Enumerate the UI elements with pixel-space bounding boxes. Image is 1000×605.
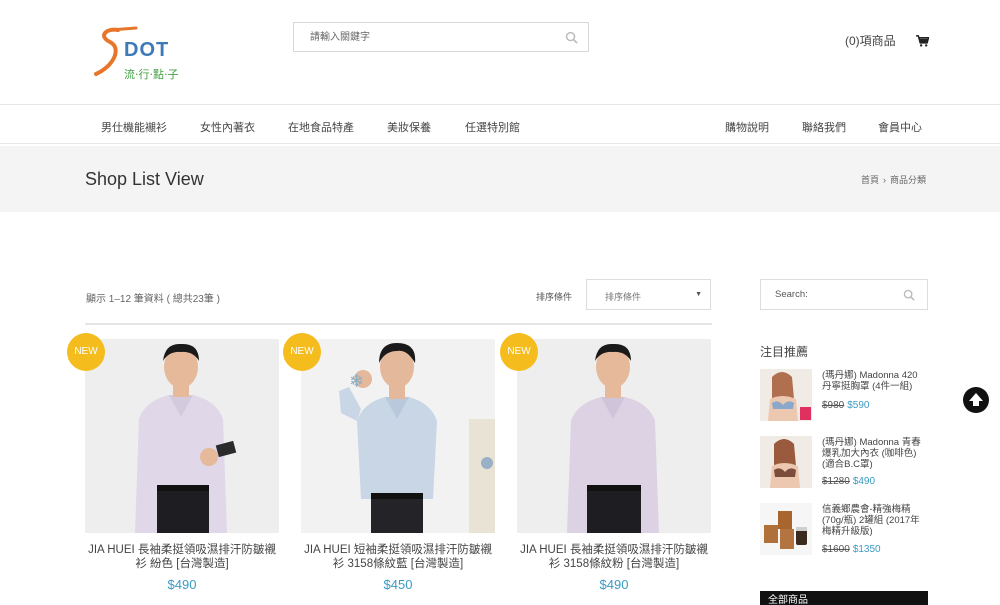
featured-old-price: $1600 xyxy=(822,544,850,555)
site-header: DOT 流·行·點·子 (0)項商品 xyxy=(0,0,1000,105)
new-badge: NEW xyxy=(283,333,321,371)
sort-label: 排序條件 xyxy=(536,292,573,302)
nav-item-local-food[interactable]: 在地食品特產 xyxy=(288,119,354,135)
header-search-box xyxy=(293,22,589,52)
page-title-bar: Shop List View 首頁 › 商品分類 xyxy=(0,146,1000,212)
chevron-down-icon: ▼ xyxy=(695,291,702,298)
featured-prices: $1280 $490 xyxy=(822,476,875,487)
logo-text: DOT xyxy=(124,39,169,61)
featured-name[interactable]: 信義鄉農會-精強梅精(70g/瓶) 2罐組 (2017年梅精升級版) xyxy=(822,504,928,537)
featured-photo-lingerie-brown xyxy=(760,436,812,488)
nav-item-women-underwear[interactable]: 女性內著衣 xyxy=(200,119,255,135)
featured-item[interactable]: 信義鄉農會-精強梅精(70g/瓶) 2罐組 (2017年梅精升級版) $1600… xyxy=(760,503,928,555)
nav-item-men-shirts[interactable]: 男仕機能襯衫 xyxy=(101,119,167,135)
product-photo-shirt-pink xyxy=(517,339,711,533)
featured-thumb[interactable] xyxy=(760,503,812,555)
all-products-header[interactable]: 全部商品 xyxy=(760,591,928,605)
nav-item-contact[interactable]: 聯絡我們 xyxy=(802,119,846,135)
featured-photo-lingerie xyxy=(760,369,812,421)
back-to-top-icon xyxy=(969,393,983,406)
product-name[interactable]: JIA HUEI 長袖柔挺領吸濕排汗防皺襯衫 3158條紋粉 [台灣製造] xyxy=(517,543,711,571)
cart-icon[interactable] xyxy=(915,34,929,47)
featured-price: $590 xyxy=(847,400,870,411)
product-card[interactable]: JIA HUEI 長袖柔挺領吸濕排汗防皺襯衫 紛色 [台灣製造] $490 xyxy=(85,339,279,592)
back-to-top-button[interactable] xyxy=(963,387,989,413)
product-image[interactable]: ❄ xyxy=(301,339,495,533)
product-photo-shirt-lavender xyxy=(85,339,279,533)
svg-text:❄: ❄ xyxy=(349,371,364,392)
featured-prices: $1600 $1350 xyxy=(822,544,881,555)
featured-name[interactable]: (瑪丹娜) Madonna 420 丹寧挺胸罩 (4件一組) xyxy=(822,370,928,392)
product-name[interactable]: JIA HUEI 短袖柔挺領吸濕排汗防皺襯衫 3158條紋藍 [台灣製造] xyxy=(301,543,495,571)
nav-item-member-center[interactable]: 會員中心 xyxy=(878,119,922,135)
featured-thumb[interactable] xyxy=(760,369,812,421)
product-image[interactable] xyxy=(85,339,279,533)
breadcrumb: 首頁 › 商品分類 xyxy=(861,173,926,186)
breadcrumb-current: 商品分類 xyxy=(889,175,926,185)
featured-price: $1350 xyxy=(852,544,881,555)
featured-prices: $980 $590 xyxy=(822,400,870,411)
new-badge: NEW xyxy=(67,333,105,371)
result-count: 顯示 1–12 筆資料 ( 總共23筆 ) xyxy=(86,294,220,305)
product-card[interactable]: ❄ JIA HUEI 短袖柔挺領吸濕排汗防皺襯衫 3158條紋藍 [台灣製造] … xyxy=(301,339,495,592)
cart-count-label[interactable]: (0)項商品 xyxy=(845,32,896,49)
mini-cart[interactable]: (0)項商品 xyxy=(845,32,929,49)
featured-name[interactable]: (瑪丹娜) Madonna 青春爆乳加大內衣 (咖啡色)(適合B.C罩) xyxy=(822,437,928,470)
featured-old-price: $1280 xyxy=(822,476,850,487)
new-badge: NEW xyxy=(500,333,538,371)
search-icon[interactable] xyxy=(903,289,915,301)
product-image[interactable] xyxy=(517,339,711,533)
featured-photo-plum-jar xyxy=(760,503,812,555)
featured-title: 注目推薦 xyxy=(760,345,809,359)
product-photo-shirt-blue: ❄ xyxy=(301,339,495,533)
main-nav: 男仕機能襯衫 女性內著衣 在地食品特產 美妝保養 任選特別館 購物說明 聯絡我們… xyxy=(0,106,1000,144)
breadcrumb-home[interactable]: 首頁 xyxy=(861,175,879,185)
page-title: Shop List View xyxy=(85,169,204,189)
featured-price: $490 xyxy=(852,476,876,487)
chevron-right-icon: › xyxy=(882,175,886,185)
featured-old-price: $980 xyxy=(822,400,845,411)
featured-item[interactable]: (瑪丹娜) Madonna 420 丹寧挺胸罩 (4件一組) $980 $590 xyxy=(760,369,928,421)
featured-item[interactable]: (瑪丹娜) Madonna 青春爆乳加大內衣 (咖啡色)(適合B.C罩) $12… xyxy=(760,436,928,488)
nav-item-beauty[interactable]: 美妝保養 xyxy=(387,119,431,135)
sort-select[interactable]: 排序條件 ▼ xyxy=(586,279,711,310)
header-search-input[interactable] xyxy=(294,23,544,51)
nav-item-special[interactable]: 任選特別館 xyxy=(465,119,520,135)
list-divider xyxy=(85,323,712,325)
product-price: $490 xyxy=(599,577,629,592)
product-name[interactable]: JIA HUEI 長袖柔挺領吸濕排汗防皺襯衫 紛色 [台灣製造] xyxy=(85,543,279,571)
product-card[interactable]: JIA HUEI 長袖柔挺領吸濕排汗防皺襯衫 3158條紋粉 [台灣製造] $4… xyxy=(517,339,711,592)
product-price: $490 xyxy=(167,577,197,592)
sidebar-search-box xyxy=(760,279,928,310)
sort-select-value: 排序條件 xyxy=(605,292,642,302)
site-logo[interactable]: DOT 流·行·點·子 xyxy=(88,22,208,84)
featured-thumb[interactable] xyxy=(760,436,812,488)
nav-item-shopping-guide[interactable]: 購物說明 xyxy=(725,119,769,135)
logo-mark: DOT 流·行·點·子 xyxy=(94,26,179,81)
sidebar-search-input[interactable] xyxy=(761,280,891,309)
product-price: $450 xyxy=(383,577,413,592)
logo-subtitle: 流·行·點·子 xyxy=(124,67,179,81)
search-icon[interactable] xyxy=(565,31,578,44)
